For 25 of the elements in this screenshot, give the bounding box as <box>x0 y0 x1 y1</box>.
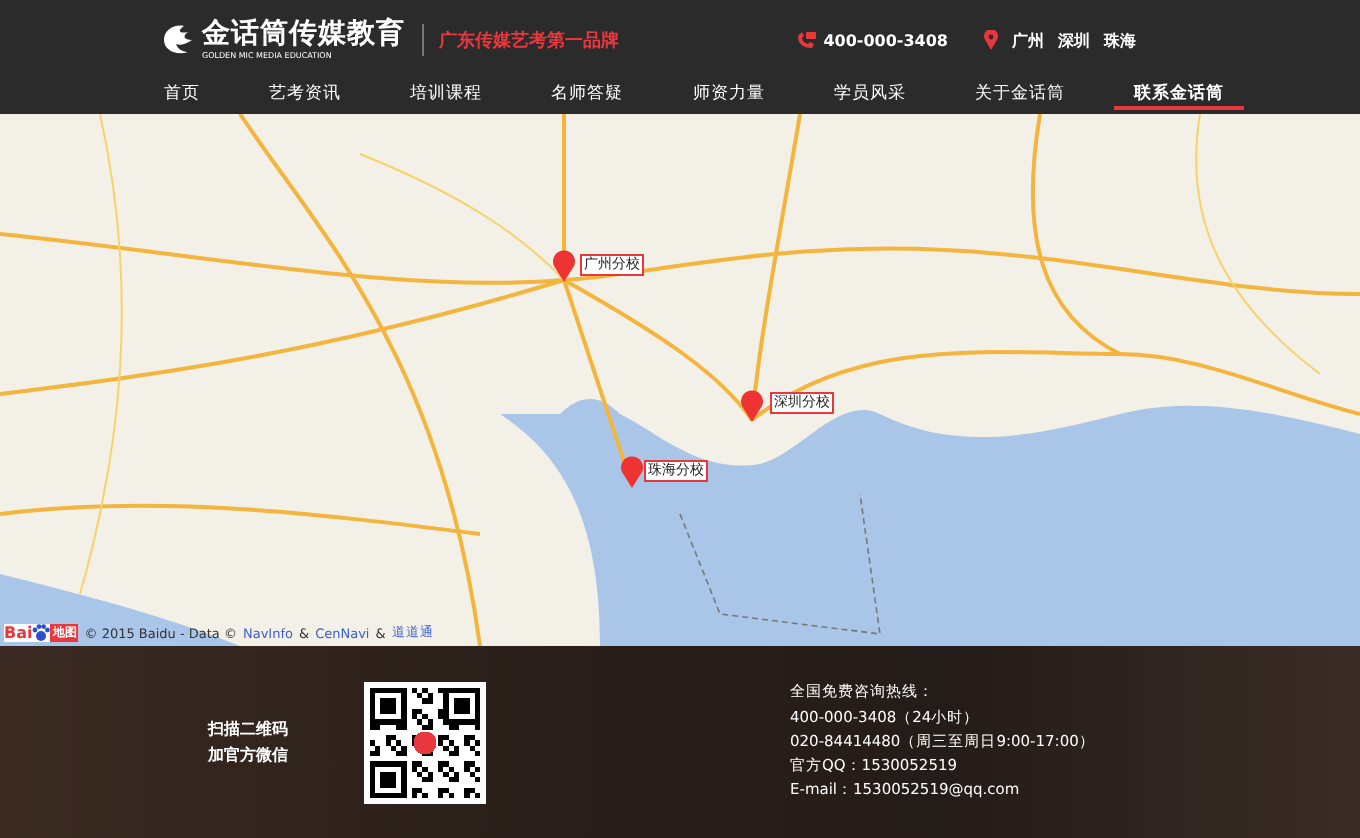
nav-tab[interactable]: 学员风采 <box>813 80 926 110</box>
nav-tab[interactable]: 培训课程 <box>390 80 503 110</box>
qr-caption: 扫描二维码 <box>208 718 288 742</box>
map-marker-icon[interactable] <box>620 454 644 488</box>
qr-caption: 加官方微信 <box>208 744 288 768</box>
nav-tab[interactable]: 名师答疑 <box>531 80 644 110</box>
map-logo-text: Bai <box>4 624 33 642</box>
phone-number: 400-000-3408 <box>823 31 948 49</box>
city-link[interactable]: 广州 <box>1012 29 1044 51</box>
phone-icon <box>795 31 816 49</box>
location-pin-icon <box>984 30 998 50</box>
logo-text: 金话筒传媒教育 <box>202 20 405 50</box>
map-marker-icon[interactable] <box>552 248 576 282</box>
qr-code <box>364 681 486 803</box>
slogan: 广东传媒艺考第一品牌 <box>439 28 619 53</box>
city-link[interactable]: 珠海 <box>1104 29 1136 51</box>
nav-tab[interactable]: 师资力量 <box>672 80 785 110</box>
nav-tab[interactable]: 首页 <box>144 80 220 110</box>
wing-logo-icon <box>160 24 196 56</box>
nav-tab[interactable]: 关于金话筒 <box>954 80 1085 110</box>
nav-tab[interactable]: 联系金话筒 <box>1113 80 1244 110</box>
city-link[interactable]: 深圳 <box>1058 29 1090 51</box>
map-marker-icon[interactable] <box>740 388 764 422</box>
nav-tab[interactable]: 艺考资讯 <box>249 80 362 110</box>
paw-icon <box>32 624 51 642</box>
